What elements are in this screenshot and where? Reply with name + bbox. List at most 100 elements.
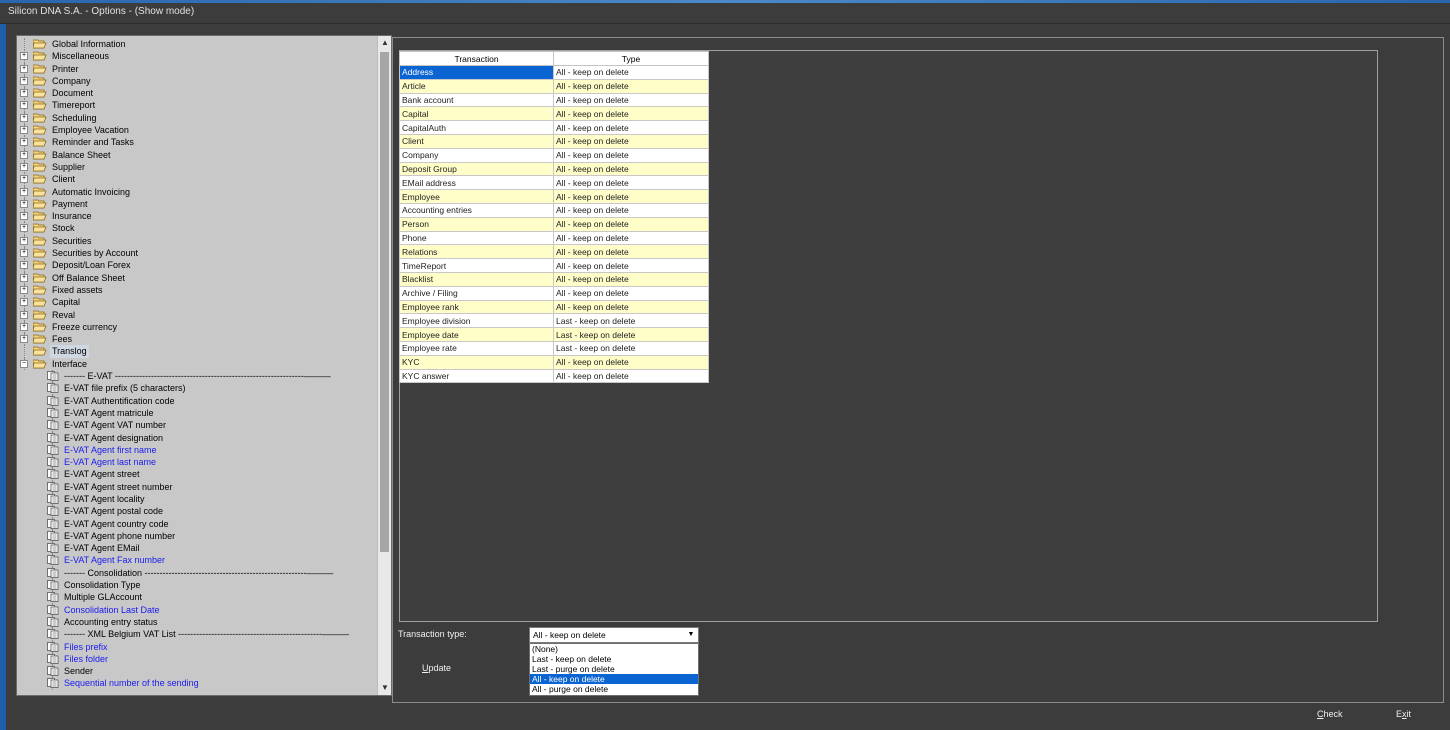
transaction-cell[interactable]: TimeReport bbox=[399, 258, 554, 273]
tree-option-item[interactable]: Accounting entry status bbox=[17, 615, 377, 629]
transaction-cell[interactable]: Employee rate bbox=[399, 340, 554, 356]
tree-folder-item[interactable]: + Scheduling bbox=[17, 111, 377, 125]
expand-icon[interactable]: + bbox=[20, 322, 28, 331]
tree-scrollbar[interactable]: ▲ ▼ bbox=[377, 36, 391, 695]
tree-option-item[interactable]: Files prefix bbox=[17, 640, 377, 653]
expand-icon[interactable]: + bbox=[20, 273, 28, 282]
type-cell[interactable]: All - keep on delete bbox=[553, 258, 709, 273]
table-row[interactable]: Client All - keep on delete bbox=[399, 133, 709, 149]
tree-folder-item[interactable]: + Employee Vacation bbox=[17, 124, 377, 137]
type-cell[interactable]: Last - keep on delete bbox=[553, 327, 709, 342]
tree-option-item[interactable]: E-VAT Agent EMail bbox=[17, 542, 377, 555]
table-row[interactable]: CapitalAuth All - keep on delete bbox=[399, 120, 709, 135]
table-row[interactable]: Company All - keep on delete bbox=[399, 147, 709, 163]
type-cell[interactable]: All - keep on delete bbox=[553, 216, 709, 232]
table-row[interactable]: Employee date Last - keep on delete bbox=[399, 327, 709, 342]
expand-icon[interactable]: + bbox=[20, 187, 28, 196]
table-row[interactable]: Employee rank All - keep on delete bbox=[399, 299, 709, 315]
transaction-cell[interactable]: Deposit Group bbox=[399, 161, 554, 177]
dropdown-option[interactable]: (None) bbox=[530, 644, 698, 654]
scroll-down-icon[interactable]: ▼ bbox=[378, 681, 391, 695]
transaction-type-select[interactable]: All - keep on delete ▼ bbox=[529, 627, 699, 643]
type-cell[interactable]: All - keep on delete bbox=[553, 202, 709, 218]
tree-option-item[interactable]: E-VAT Agent phone number bbox=[17, 529, 377, 543]
transaction-cell[interactable]: Bank account bbox=[399, 92, 554, 108]
type-cell[interactable]: All - keep on delete bbox=[553, 299, 709, 315]
tree-option-item[interactable]: E-VAT Agent postal code bbox=[17, 505, 377, 518]
expand-icon[interactable]: + bbox=[20, 101, 28, 110]
tree-option-item[interactable]: Multiple GLAccount bbox=[17, 591, 377, 604]
transaction-cell[interactable]: Client bbox=[399, 133, 554, 149]
tree-folder-item[interactable]: + Insurance bbox=[17, 210, 377, 223]
type-cell[interactable]: All - keep on delete bbox=[553, 189, 709, 204]
expand-icon[interactable]: + bbox=[20, 113, 28, 122]
dropdown-option[interactable]: All - purge on delete bbox=[530, 684, 698, 694]
transaction-cell[interactable]: Blacklist bbox=[399, 271, 554, 287]
transaction-cell[interactable]: Archive / Filing bbox=[399, 285, 554, 301]
tree-option-item[interactable]: Sender bbox=[17, 665, 377, 678]
tree-option-item[interactable]: E-VAT Agent street number bbox=[17, 480, 377, 493]
collapse-icon[interactable]: − bbox=[20, 359, 28, 368]
expand-icon[interactable]: + bbox=[20, 138, 28, 147]
expand-icon[interactable]: + bbox=[20, 335, 28, 344]
dropdown-option[interactable]: All - keep on delete bbox=[530, 674, 698, 684]
tree-folder-item[interactable]: − Interface bbox=[17, 357, 377, 371]
tree-option-item[interactable]: E-VAT Agent last name bbox=[17, 456, 377, 469]
table-row[interactable]: Employee rate Last - keep on delete bbox=[399, 340, 709, 356]
type-cell[interactable]: All - keep on delete bbox=[553, 230, 709, 246]
exit-button[interactable]: Exit bbox=[1396, 709, 1411, 719]
table-row[interactable]: Capital All - keep on delete bbox=[399, 106, 709, 122]
expand-icon[interactable]: + bbox=[20, 298, 28, 307]
tree-option-item[interactable]: ------- Consolidation ------------------… bbox=[17, 566, 377, 580]
column-header-type[interactable]: Type bbox=[553, 51, 709, 66]
transaction-cell[interactable]: Accounting entries bbox=[399, 202, 554, 218]
tree-folder-item[interactable]: + Company bbox=[17, 74, 377, 88]
table-row[interactable]: Address All - keep on delete bbox=[399, 65, 709, 80]
expand-icon[interactable]: + bbox=[20, 212, 28, 221]
type-cell[interactable]: All - keep on delete bbox=[553, 106, 709, 122]
expand-icon[interactable]: + bbox=[20, 175, 28, 184]
expand-icon[interactable]: + bbox=[20, 285, 28, 294]
tree-folder-item[interactable]: + Fixed assets bbox=[17, 283, 377, 297]
tree-option-item[interactable]: Files folder bbox=[17, 652, 377, 666]
tree-option-item[interactable]: E-VAT Agent locality bbox=[17, 492, 377, 506]
transaction-cell[interactable]: Employee date bbox=[399, 327, 554, 342]
tree-folder-item[interactable]: + Printer bbox=[17, 62, 377, 75]
expand-icon[interactable]: + bbox=[20, 249, 28, 258]
transaction-cell[interactable]: Employee rank bbox=[399, 299, 554, 315]
table-row[interactable]: TimeReport All - keep on delete bbox=[399, 258, 709, 273]
type-cell[interactable]: All - keep on delete bbox=[553, 78, 709, 94]
transaction-cell[interactable]: Person bbox=[399, 216, 554, 232]
tree-option-item[interactable]: ------- XML Belgium VAT List -----------… bbox=[17, 628, 377, 641]
type-cell[interactable]: Last - keep on delete bbox=[553, 340, 709, 356]
tree-option-item[interactable]: E-VAT file prefix (5 characters) bbox=[17, 382, 377, 395]
tree-folder-item[interactable]: + Balance Sheet bbox=[17, 148, 377, 161]
table-row[interactable]: Relations All - keep on delete bbox=[399, 244, 709, 260]
table-row[interactable]: Article All - keep on delete bbox=[399, 78, 709, 94]
tree-folder-item[interactable]: Global Information bbox=[17, 38, 377, 51]
tree-option-item[interactable]: Sequential number of the sending bbox=[17, 677, 377, 690]
type-cell[interactable]: All - keep on delete bbox=[553, 244, 709, 260]
type-cell[interactable]: All - keep on delete bbox=[553, 92, 709, 108]
expand-icon[interactable]: + bbox=[20, 224, 28, 233]
transaction-cell[interactable]: KYC bbox=[399, 354, 554, 370]
transaction-cell[interactable]: Capital bbox=[399, 106, 554, 122]
table-row[interactable]: Employee division Last - keep on delete bbox=[399, 313, 709, 329]
dropdown-option[interactable]: Last - purge on delete bbox=[530, 664, 698, 674]
table-row[interactable]: Accounting entries All - keep on delete bbox=[399, 202, 709, 218]
table-row[interactable]: Bank account All - keep on delete bbox=[399, 92, 709, 108]
options-tree[interactable]: Global Information + Miscellaneous + Printer… bbox=[16, 35, 392, 696]
expand-icon[interactable]: + bbox=[20, 199, 28, 208]
update-button[interactable]: Update bbox=[422, 663, 451, 673]
transaction-cell[interactable]: Company bbox=[399, 147, 554, 163]
type-cell[interactable]: All - keep on delete bbox=[553, 133, 709, 149]
tree-option-item[interactable]: ------- E-VAT --------------------------… bbox=[17, 370, 377, 383]
tree-folder-item[interactable]: Translog bbox=[17, 345, 377, 358]
tree-folder-item[interactable]: + Fees bbox=[17, 333, 377, 346]
transaction-type-dropdown[interactable]: (None) Last - keep on delete Last - purge … bbox=[529, 643, 699, 696]
tree-folder-item[interactable]: + Automatic Invoicing bbox=[17, 185, 377, 198]
tree-folder-item[interactable]: + Miscellaneous bbox=[17, 50, 377, 63]
transaction-cell[interactable]: EMail address bbox=[399, 175, 554, 191]
tree-folder-item[interactable]: + Reval bbox=[17, 308, 377, 321]
table-row[interactable]: KYC All - keep on delete bbox=[399, 354, 709, 370]
